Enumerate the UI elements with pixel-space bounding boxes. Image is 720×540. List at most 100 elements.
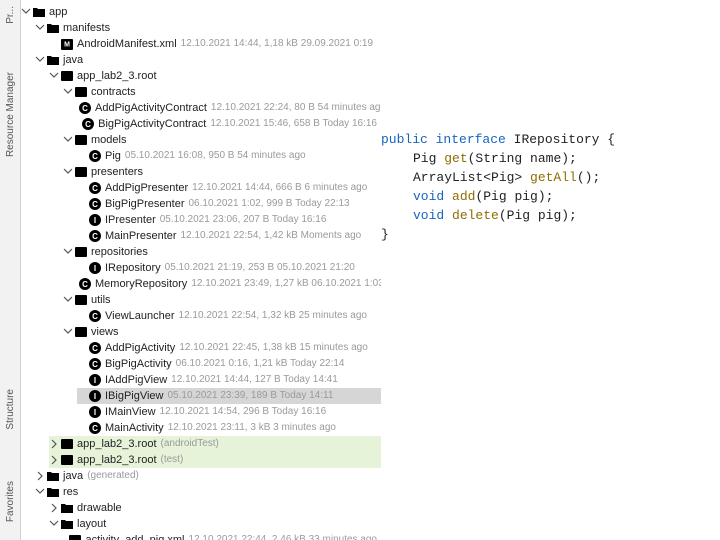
interface-icon <box>88 389 102 403</box>
node-utils[interactable]: utils <box>63 292 381 308</box>
folder-icon <box>46 469 60 483</box>
node-root-test[interactable]: app_lab2_3.root (test) <box>49 452 381 468</box>
node-label: IPresenter <box>105 212 156 228</box>
node-label: IBigPigView <box>105 388 164 404</box>
node-drawable[interactable]: drawable <box>49 500 381 516</box>
file-bigpigactivity[interactable]: BigPigActivity06.10.2021 0:16, 1,21 kB T… <box>77 356 381 372</box>
node-label: BigPigPresenter <box>105 196 185 212</box>
folder-icon <box>60 501 74 515</box>
node-root-pkg[interactable]: app_lab2_3.root <box>49 68 381 84</box>
code-line: void delete(Pig pig); <box>381 206 710 225</box>
chevron-down-icon[interactable] <box>63 295 73 305</box>
file-viewlauncher[interactable]: ViewLauncher12.10.2021 22:54, 1,32 kB 25… <box>77 308 381 324</box>
folder-icon <box>60 517 74 531</box>
chevron-down-icon[interactable] <box>21 7 31 17</box>
file-meta: 12.10.2021 15:46, 658 B Today 16:16 <box>210 116 377 132</box>
file-iaddpigview[interactable]: IAddPigView12.10.2021 14:44, 127 B Today… <box>77 372 381 388</box>
class-icon <box>81 117 95 131</box>
chevron-down-icon[interactable] <box>35 55 45 65</box>
file-pig[interactable]: Pig05.10.2021 16:08, 950 B 54 minutes ag… <box>77 148 381 164</box>
node-root-androidtest[interactable]: app_lab2_3.root (androidTest) <box>49 436 381 452</box>
structure-tab[interactable]: Structure <box>3 383 18 436</box>
file-bigpigcontract[interactable]: BigPigActivityContract12.10.2021 15:46, … <box>77 116 381 132</box>
node-label: app_lab2_3.root <box>77 452 157 468</box>
file-memoryrepo[interactable]: MemoryRepository12.10.2021 23:49, 1,27 k… <box>77 276 381 292</box>
node-res[interactable]: res <box>35 484 381 500</box>
file-activity-add-pig[interactable]: activity_add_pig.xml12.10.2021 22:44, 2,… <box>63 532 381 540</box>
file-meta: 05.10.2021 21:19, 253 B 05.10.2021 21:20 <box>165 260 355 276</box>
chevron-down-icon[interactable] <box>63 135 73 145</box>
node-presenters[interactable]: presenters <box>63 164 381 180</box>
node-repositories[interactable]: repositories <box>63 244 381 260</box>
interface-icon <box>88 213 102 227</box>
node-views[interactable]: views <box>63 324 381 340</box>
folder-icon <box>46 21 60 35</box>
project-tab[interactable]: Pr... <box>3 4 18 26</box>
file-mainactivity[interactable]: MainActivity12.10.2021 23:11, 3 kB 3 min… <box>77 420 381 436</box>
chevron-right-icon[interactable] <box>35 471 45 481</box>
file-addpigactivity[interactable]: AddPigActivity12.10.2021 22:45, 1,38 kB … <box>77 340 381 356</box>
favorites-tab[interactable]: Favorites <box>3 475 18 528</box>
node-label: app_lab2_3.root <box>77 436 157 452</box>
chevron-down-icon[interactable] <box>49 71 59 81</box>
tool-window-tabs: Pr... Resource Manager Structure Favorit… <box>0 0 21 540</box>
file-meta: 12.10.2021 23:49, 1,27 kB 06.10.2021 1:0… <box>191 276 381 292</box>
node-label: utils <box>91 292 111 308</box>
file-meta: 12.10.2021 14:44, 666 B 6 minutes ago <box>192 180 367 196</box>
node-label: app_lab2_3.root <box>77 68 157 84</box>
resource-manager-tab[interactable]: Resource Manager <box>3 66 18 163</box>
node-label: MainActivity <box>105 420 164 436</box>
node-label: MemoryRepository <box>95 276 187 292</box>
file-ipresenter[interactable]: IPresenter05.10.2021 23:06, 207 B Today … <box>77 212 381 228</box>
file-meta: 12.10.2021 22:54, 1,42 kB Moments ago <box>181 228 362 244</box>
project-tree[interactable]: app manifests AndroidManifest.xml 12.10.… <box>21 0 381 540</box>
chevron-down-icon[interactable] <box>49 519 59 529</box>
file-ibigpigview[interactable]: IBigPigView05.10.2021 23:39, 189 B Today… <box>77 388 381 404</box>
code-line: void add(Pig pig); <box>381 187 710 206</box>
code-line: public interface IRepository { <box>381 130 710 149</box>
file-mainpresenter[interactable]: MainPresenter12.10.2021 22:54, 1,42 kB M… <box>77 228 381 244</box>
class-icon <box>88 309 102 323</box>
chevron-right-icon[interactable] <box>49 439 59 449</box>
editor[interactable]: public interface IRepository { Pig get(S… <box>381 0 720 540</box>
package-icon <box>60 69 74 83</box>
chevron-down-icon[interactable] <box>35 23 45 33</box>
node-contracts[interactable]: contracts <box>63 84 381 100</box>
chevron-down-icon[interactable] <box>63 327 73 337</box>
node-models[interactable]: models <box>63 132 381 148</box>
folder-icon <box>46 53 60 67</box>
node-label: BigPigActivity <box>105 356 172 372</box>
class-icon <box>78 101 92 115</box>
file-meta: 12.10.2021 22:54, 1,32 kB 25 minutes ago <box>179 308 367 324</box>
node-java[interactable]: java <box>35 52 381 68</box>
file-imainview[interactable]: IMainView12.10.2021 14:54, 296 B Today 1… <box>77 404 381 420</box>
file-bigpigpresenter[interactable]: BigPigPresenter06.10.2021 1:02, 999 B To… <box>77 196 381 212</box>
class-icon <box>88 197 102 211</box>
manifest-icon <box>60 37 74 51</box>
chevron-right-icon[interactable] <box>49 503 59 513</box>
chevron-down-icon[interactable] <box>63 87 73 97</box>
file-addpigpresenter[interactable]: AddPigPresenter12.10.2021 14:44, 666 B 6… <box>77 180 381 196</box>
node-app[interactable]: app <box>21 4 381 20</box>
code-line: Pig get(String name); <box>381 149 710 168</box>
chevron-right-icon[interactable] <box>49 455 59 465</box>
node-label: drawable <box>77 500 122 516</box>
node-hint: (test) <box>161 452 184 468</box>
node-java-gen[interactable]: java (generated) <box>35 468 381 484</box>
class-icon <box>88 357 102 371</box>
node-hint: (androidTest) <box>161 436 219 452</box>
file-addpigcontract[interactable]: AddPigActivityContract12.10.2021 22:24, … <box>77 100 381 116</box>
chevron-down-icon[interactable] <box>63 247 73 257</box>
chevron-down-icon[interactable] <box>63 167 73 177</box>
file-meta: 12.10.2021 22:24, 80 B 54 minutes ago <box>211 100 381 116</box>
node-label: presenters <box>91 164 143 180</box>
package-icon <box>74 325 88 339</box>
node-manifests[interactable]: manifests <box>35 20 381 36</box>
chevron-down-icon[interactable] <box>35 487 45 497</box>
file-android-manifest[interactable]: AndroidManifest.xml 12.10.2021 14:44, 1,… <box>49 36 381 52</box>
file-meta: 12.10.2021 23:11, 3 kB 3 minutes ago <box>168 420 336 436</box>
file-irepository[interactable]: IRepository05.10.2021 21:19, 253 B 05.10… <box>77 260 381 276</box>
node-layout[interactable]: layout <box>49 516 381 532</box>
node-label: AndroidManifest.xml <box>77 36 177 52</box>
file-meta: 06.10.2021 0:16, 1,21 kB Today 22:14 <box>176 356 345 372</box>
